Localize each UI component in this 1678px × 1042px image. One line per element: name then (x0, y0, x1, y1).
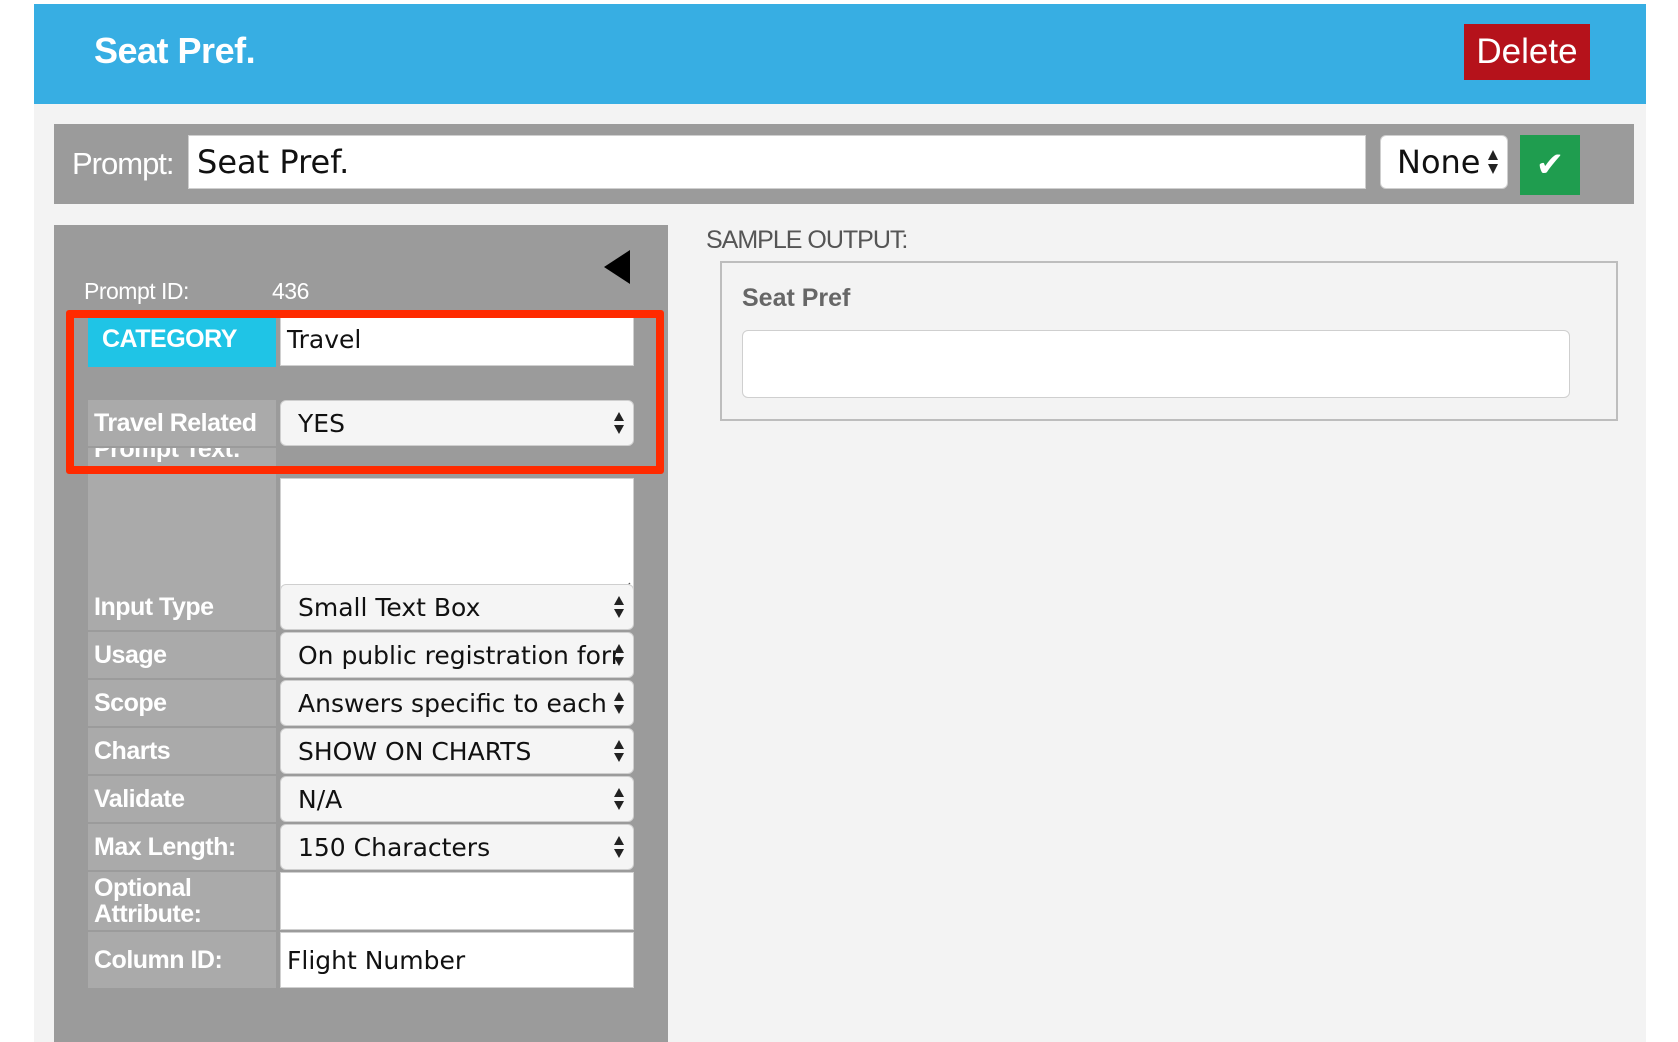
prompt-type-value: None (1397, 143, 1481, 181)
scope-select[interactable]: Answers specific to each e (280, 680, 634, 726)
input-type-label: Input Type (88, 584, 276, 630)
select-arrows-icon (614, 644, 624, 666)
input-type-select[interactable]: Small Text Box (280, 584, 634, 630)
usage-select[interactable]: On public registration form (280, 632, 634, 678)
sample-field-title: Seat Pref (742, 284, 851, 312)
prompt-label: Prompt: (72, 146, 175, 181)
collapse-arrow-icon[interactable] (604, 250, 630, 284)
select-arrows-icon (614, 692, 624, 714)
checkmark-icon: ✔ (1535, 146, 1565, 184)
optional-attribute-input[interactable] (280, 872, 634, 930)
validate-label: Validate (88, 776, 276, 822)
scope-value: Answers specific to each e (298, 688, 616, 718)
sample-output-label: SAMPLE OUTPUT: (706, 226, 908, 254)
prompt-text-textarea[interactable] (280, 478, 634, 598)
prompt-type-select[interactable]: None (1380, 135, 1508, 189)
delete-button[interactable]: Delete (1464, 24, 1590, 80)
sample-field-input[interactable] (742, 330, 1570, 398)
prompt-id-label: Prompt ID: (84, 278, 189, 304)
max-length-value: 150 Characters (298, 832, 491, 862)
input-type-value: Small Text Box (298, 592, 481, 622)
select-arrows-icon (614, 788, 624, 810)
charts-value: SHOW ON CHARTS (298, 736, 532, 766)
scope-label: Scope (88, 680, 276, 726)
column-id-label: Column ID: (88, 932, 276, 988)
max-length-select[interactable]: 150 Characters (280, 824, 634, 870)
usage-label: Usage (88, 632, 276, 678)
usage-value: On public registration form (298, 640, 616, 670)
validate-select[interactable]: N/A (280, 776, 634, 822)
charts-label: Charts (88, 728, 276, 774)
page-title: Seat Pref. (94, 30, 256, 71)
annotation-highlight-box (66, 310, 664, 474)
page-header (34, 4, 1646, 104)
max-length-label: Max Length: (88, 824, 276, 870)
charts-select[interactable]: SHOW ON CHARTS (280, 728, 634, 774)
confirm-check-button[interactable]: ✔ (1520, 135, 1580, 195)
select-arrows-icon (614, 836, 624, 858)
select-arrows-icon (1488, 150, 1498, 174)
column-id-input[interactable]: Flight Number (280, 932, 634, 988)
prompt-id-value: 436 (272, 278, 309, 304)
validate-value: N/A (298, 784, 343, 814)
prompt-input[interactable]: Seat Pref. (188, 135, 1366, 189)
select-arrows-icon (614, 740, 624, 762)
select-arrows-icon (614, 596, 624, 618)
optional-attribute-label: Optional Attribute: (88, 872, 276, 930)
